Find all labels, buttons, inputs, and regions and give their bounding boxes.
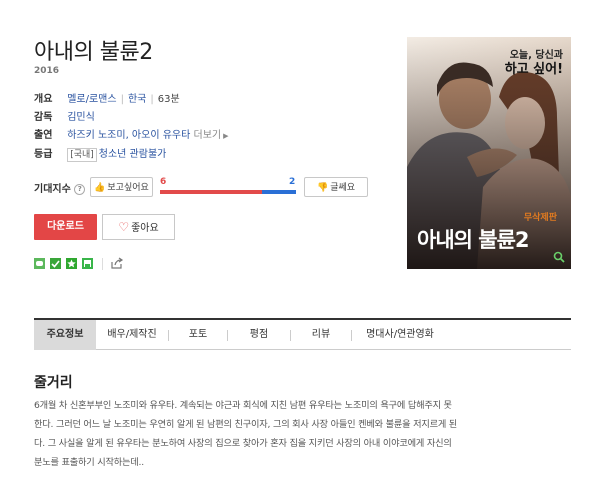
cast-label: 출연 — [34, 130, 53, 141]
dislike-ratio-bar — [262, 190, 296, 194]
page-title: 아내의 불륜2 — [34, 40, 153, 65]
synopsis-line: 한다. 그러던 어느 날 노조미는 우연히 알게 된 남편의 친구이자, 그의 … — [34, 419, 458, 430]
poster-tagline-line1: 오늘, 당신과 — [509, 50, 563, 61]
heart-icon: ♡ — [118, 220, 130, 234]
poster-tagline-line2: 하고 싶어! — [504, 62, 563, 77]
tab-photo[interactable]: 포토 — [169, 320, 227, 350]
genre-label: 개요 — [34, 94, 53, 105]
divider: | — [120, 94, 124, 105]
line-share-glyph — [36, 261, 43, 266]
box-glyph — [85, 264, 90, 269]
zoom-icon[interactable] — [553, 251, 565, 263]
synopsis-line: 분노를 표출하기 시작하는데.. — [34, 457, 144, 468]
info-director-row: 감독 김민식 — [34, 110, 95, 126]
favorite-button[interactable]: ♡ 좋아요 — [102, 214, 175, 240]
favorite-label: 좋아요 — [131, 223, 159, 234]
download-button[interactable]: 다운로드 — [34, 214, 97, 240]
like-count: 6 — [160, 177, 167, 187]
not-sure-label: 글쎄요 — [330, 183, 356, 193]
rating-value: 청소년 관람불가 — [98, 149, 167, 160]
want-to-see-label: 보고싶어요 — [107, 183, 149, 193]
divider: | — [150, 94, 154, 105]
synopsis-text: 6개월 차 신혼부부인 노조미와 유우타. 계속되는 야근과 회식에 지친 남편… — [34, 396, 571, 472]
share-icon[interactable] — [110, 256, 124, 270]
box-share-icon[interactable] — [82, 258, 93, 269]
star-share-icon[interactable] — [66, 258, 77, 269]
check-share-icon[interactable] — [50, 258, 61, 269]
director-label: 감독 — [34, 112, 53, 123]
not-sure-button[interactable]: 👎 글쎄요 — [304, 177, 368, 197]
tab-quotes-related[interactable]: 명대사/연관영화 — [352, 320, 448, 350]
synopsis-line: 6개월 차 신혼부부인 노조미와 유우타. 계속되는 야근과 회식에 지친 남편… — [34, 400, 452, 411]
info-cast-row: 출연 하즈키 노조미, 아오이 유우타 더보기 ▶ — [34, 128, 229, 144]
expect-label-text: 기대지수 — [34, 184, 71, 195]
divider — [102, 258, 103, 270]
movie-poster[interactable]: 오늘, 당신과 하고 싶어! 무삭제판 아내의 불륜2 — [407, 37, 571, 269]
thumbs-up-icon: 👍 — [94, 183, 106, 193]
check-glyph — [51, 260, 60, 268]
cast-link[interactable]: 하즈키 노조미, 아오이 유우타 — [67, 130, 190, 141]
line-share-icon[interactable] — [34, 258, 45, 269]
tab-review[interactable]: 리뷰 — [291, 320, 351, 350]
poster-tagline: 오늘, 당신과 하고 싶어! — [505, 49, 563, 77]
director-link[interactable]: 김민식 — [67, 112, 95, 123]
rating-label: 등급 — [34, 149, 53, 160]
poster-title: 아내의 불륜2 — [417, 228, 530, 252]
tab-main-info[interactable]: 주요정보 — [34, 320, 96, 350]
cast-more-link[interactable]: 더보기 ▶ — [194, 130, 229, 141]
country-link[interactable]: 한국 — [128, 94, 146, 105]
share-glyph — [111, 257, 124, 269]
poster-badge: 무삭제판 — [523, 213, 557, 223]
tab-cast-crew[interactable]: 배우/제작진 — [96, 320, 168, 350]
synopsis-line: 다. 그 사실을 알게 된 유우타는 분노하여 사장의 집으로 찾아가 혼자 집… — [34, 438, 452, 449]
expect-label: 기대지수 ? — [34, 180, 86, 195]
runtime-value: 63분 — [157, 94, 180, 105]
zoom-glyph — [553, 251, 565, 263]
info-genre-row: 개요 멜로/로맨스 | 한국 | 63분 — [34, 92, 180, 108]
synopsis-heading: 줄거리 — [34, 375, 73, 391]
detail-tabs: 주요정보 배우/제작진 포토 평점 리뷰 명대사/연관영화 — [34, 318, 571, 350]
want-to-see-button[interactable]: 👍 보고싶어요 — [90, 177, 153, 197]
rating-country-tag: [국내] — [67, 148, 97, 162]
info-icon: ? — [74, 183, 86, 195]
star-glyph — [67, 259, 76, 268]
chevron-right-icon: ▶ — [223, 132, 229, 140]
thumbs-down-icon: 👎 — [316, 183, 329, 193]
dislike-count: 2 — [289, 177, 296, 187]
info-rating-row: 등급 [국내] 청소년 관람불가 — [34, 147, 166, 163]
tab-rating[interactable]: 평점 — [228, 320, 290, 350]
release-year: 2016 — [34, 66, 60, 76]
genre-link[interactable]: 멜로/로맨스 — [67, 94, 116, 105]
like-ratio-bar — [160, 190, 262, 194]
cast-more-label: 더보기 — [193, 130, 222, 141]
